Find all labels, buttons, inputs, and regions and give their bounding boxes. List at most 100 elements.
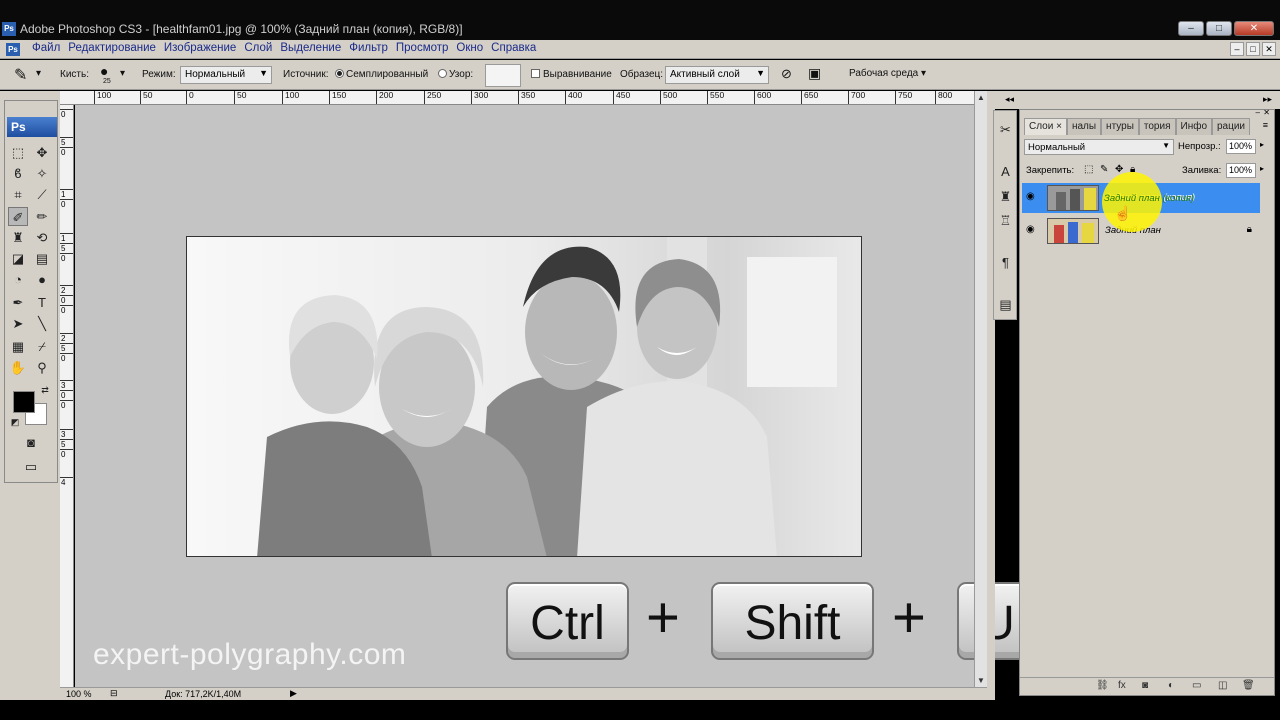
palette-well-icon[interactable]: ▣ (808, 65, 821, 82)
scroll-down-icon[interactable]: ▼ (977, 676, 985, 685)
menu-view[interactable]: Просмотр (392, 42, 453, 54)
brushes-panel-icon[interactable]: ▤ (997, 296, 1014, 313)
opacity-arrow-icon[interactable]: ▸ (1260, 140, 1264, 149)
clone-stamp-icon[interactable]: ✎ (14, 65, 27, 85)
menu-edit[interactable]: Редактирование (64, 42, 160, 54)
dodge-tool-icon[interactable]: ● (32, 270, 52, 289)
tab-channels[interactable]: налы (1066, 118, 1102, 135)
source-sampled-radio[interactable]: Семплированный (335, 69, 428, 80)
scroll-up-icon[interactable]: ▲ (977, 93, 985, 102)
default-colors-icon[interactable]: ◩ (5, 413, 25, 432)
brush-preview-icon[interactable]: ● (100, 63, 108, 79)
blend-mode-select[interactable]: Нормальный ▼ (1024, 139, 1174, 155)
eyedropper-tool-icon[interactable]: ⌿ (32, 337, 52, 356)
expand-dock-icon[interactable]: ▸▸ (1263, 94, 1272, 105)
status-menu-icon[interactable]: ⊟ (110, 688, 118, 699)
doc-minimize-button[interactable]: – (1230, 42, 1244, 56)
swap-colors-icon[interactable]: ⇄ (35, 381, 55, 400)
app-menu-icon[interactable]: Ps (6, 43, 20, 56)
quick-mask-icon[interactable]: ◙ (21, 433, 41, 452)
status-arrow-icon[interactable]: ▶ (290, 688, 297, 699)
vertical-ruler: 0 5 0 1 0 1 5 0 2 0 0 2 5 0 3 0 0 3 5 0 … (60, 105, 74, 687)
new-layer-icon[interactable]: ◫ (1218, 680, 1227, 691)
fill-arrow-icon[interactable]: ▸ (1260, 164, 1264, 173)
source-pattern-radio[interactable]: Узор: (438, 69, 473, 80)
doc-restore-button[interactable]: □ (1246, 42, 1260, 56)
brush-tool-icon[interactable]: ✏ (32, 207, 52, 226)
character-panel-icon[interactable]: A (997, 163, 1014, 180)
panel-menu-icon[interactable]: ≡ (1263, 120, 1268, 130)
lasso-tool-icon[interactable]: ϐ (8, 164, 28, 183)
adjustment-layer-icon[interactable]: ◐ (1168, 680, 1174, 691)
vertical-scrollbar[interactable]: ▲ ▼ (974, 91, 987, 687)
clone-stamp-tool-icon[interactable]: ♜ (8, 228, 28, 247)
notes-tool-icon[interactable]: ▦ (8, 337, 28, 356)
visibility-eye-icon[interactable]: ◉ (1026, 191, 1035, 202)
eraser-tool-icon[interactable]: ◪ (8, 249, 28, 268)
panel-minimize-icon[interactable]: – (1256, 108, 1260, 117)
lock-transparency-icon[interactable]: ⬚ (1084, 164, 1093, 175)
marquee-tool-icon[interactable]: ⬚ (8, 143, 28, 162)
minimize-button[interactable]: – (1178, 21, 1204, 36)
zoom-level[interactable]: 100 % (66, 689, 92, 699)
new-group-icon[interactable]: ▭ (1192, 680, 1201, 691)
tools-preset-icon[interactable]: ✂ (997, 121, 1014, 138)
ruler-mark: 700 (848, 91, 865, 104)
family-photo[interactable] (186, 236, 862, 557)
menu-window[interactable]: Окно (452, 42, 487, 54)
zoom-tool-icon[interactable]: ⚲ (32, 358, 52, 377)
menu-filter[interactable]: Фильтр (345, 42, 392, 54)
pen-tool-icon[interactable]: ✒ (8, 293, 28, 312)
path-selection-tool-icon[interactable]: ➤ (8, 314, 28, 333)
menu-image[interactable]: Изображение (160, 42, 240, 54)
aligned-checkbox[interactable]: Выравнивание (531, 69, 612, 80)
mode-select[interactable]: Нормальный ▼ (180, 66, 272, 84)
magic-wand-tool-icon[interactable]: ✧ (32, 164, 52, 183)
tool-preset-arrow-icon[interactable]: ▾ (36, 68, 41, 79)
lock-pixels-icon[interactable]: ✎ (1100, 164, 1108, 175)
tab-actions[interactable]: рации (1212, 118, 1251, 135)
collapse-dock-icon[interactable]: ◂◂ (1005, 94, 1014, 105)
brush-picker-arrow-icon[interactable]: ▾ (120, 68, 125, 79)
layer-thumbnail-image (1048, 186, 1098, 210)
sample-select[interactable]: Активный слой ▼ (665, 66, 769, 84)
visibility-eye-icon[interactable]: ◉ (1026, 224, 1035, 235)
tab-info[interactable]: Инфо (1175, 118, 1212, 135)
slice-tool-icon[interactable]: ⟋ (32, 185, 52, 204)
blur-tool-icon[interactable]: ◔ (8, 270, 28, 289)
workspace-menu[interactable]: Рабочая среда ▾ (849, 68, 926, 79)
type-tool-icon[interactable]: T (32, 293, 52, 312)
gradient-tool-icon[interactable]: ▤ (32, 249, 52, 268)
opacity-input[interactable]: 100% (1226, 139, 1256, 154)
line-tool-icon[interactable]: ╲ (32, 314, 52, 333)
crop-tool-icon[interactable]: ⌗ (8, 185, 28, 204)
tab-layers[interactable]: Слои × (1024, 118, 1067, 135)
doc-close-button[interactable]: ✕ (1262, 42, 1276, 56)
stamp-panel-icon[interactable]: ♖ (997, 212, 1014, 229)
healing-brush-tool-icon[interactable]: ✐ (8, 207, 28, 226)
delete-layer-icon[interactable]: 🗑︎ (1242, 680, 1255, 691)
menu-file[interactable]: Файл (28, 42, 64, 54)
menu-layer[interactable]: Слой (240, 42, 276, 54)
ignore-adjustment-layers-icon[interactable]: ⊘ (781, 66, 792, 82)
tab-history[interactable]: тория (1138, 118, 1176, 135)
pattern-picker[interactable] (485, 64, 521, 87)
history-brush-tool-icon[interactable]: ⟲ (32, 228, 52, 247)
foreground-color-swatch[interactable] (13, 391, 35, 413)
tab-paths[interactable]: нтуры (1101, 118, 1139, 135)
screen-mode-icon[interactable]: ▭ (21, 457, 41, 476)
fill-input[interactable]: 100% (1226, 163, 1256, 178)
paragraph-panel-icon[interactable]: ¶ (997, 254, 1014, 271)
close-button[interactable]: ✕ (1234, 21, 1274, 36)
add-mask-icon[interactable]: ◙ (1142, 680, 1148, 691)
menu-help[interactable]: Справка (487, 42, 540, 54)
hand-tool-icon[interactable]: ✋ (8, 358, 28, 377)
move-tool-icon[interactable]: ✥ (32, 143, 52, 162)
ruler-mark: 1 (60, 189, 73, 199)
clone-source-icon[interactable]: ♜ (997, 188, 1014, 205)
panel-close-icon[interactable]: ✕ (1263, 108, 1270, 117)
link-layers-icon[interactable]: ⛓ (1096, 680, 1109, 691)
layer-style-icon[interactable]: fx (1118, 680, 1126, 691)
maximize-button[interactable]: □ (1206, 21, 1232, 36)
menu-select[interactable]: Выделение (276, 42, 345, 54)
